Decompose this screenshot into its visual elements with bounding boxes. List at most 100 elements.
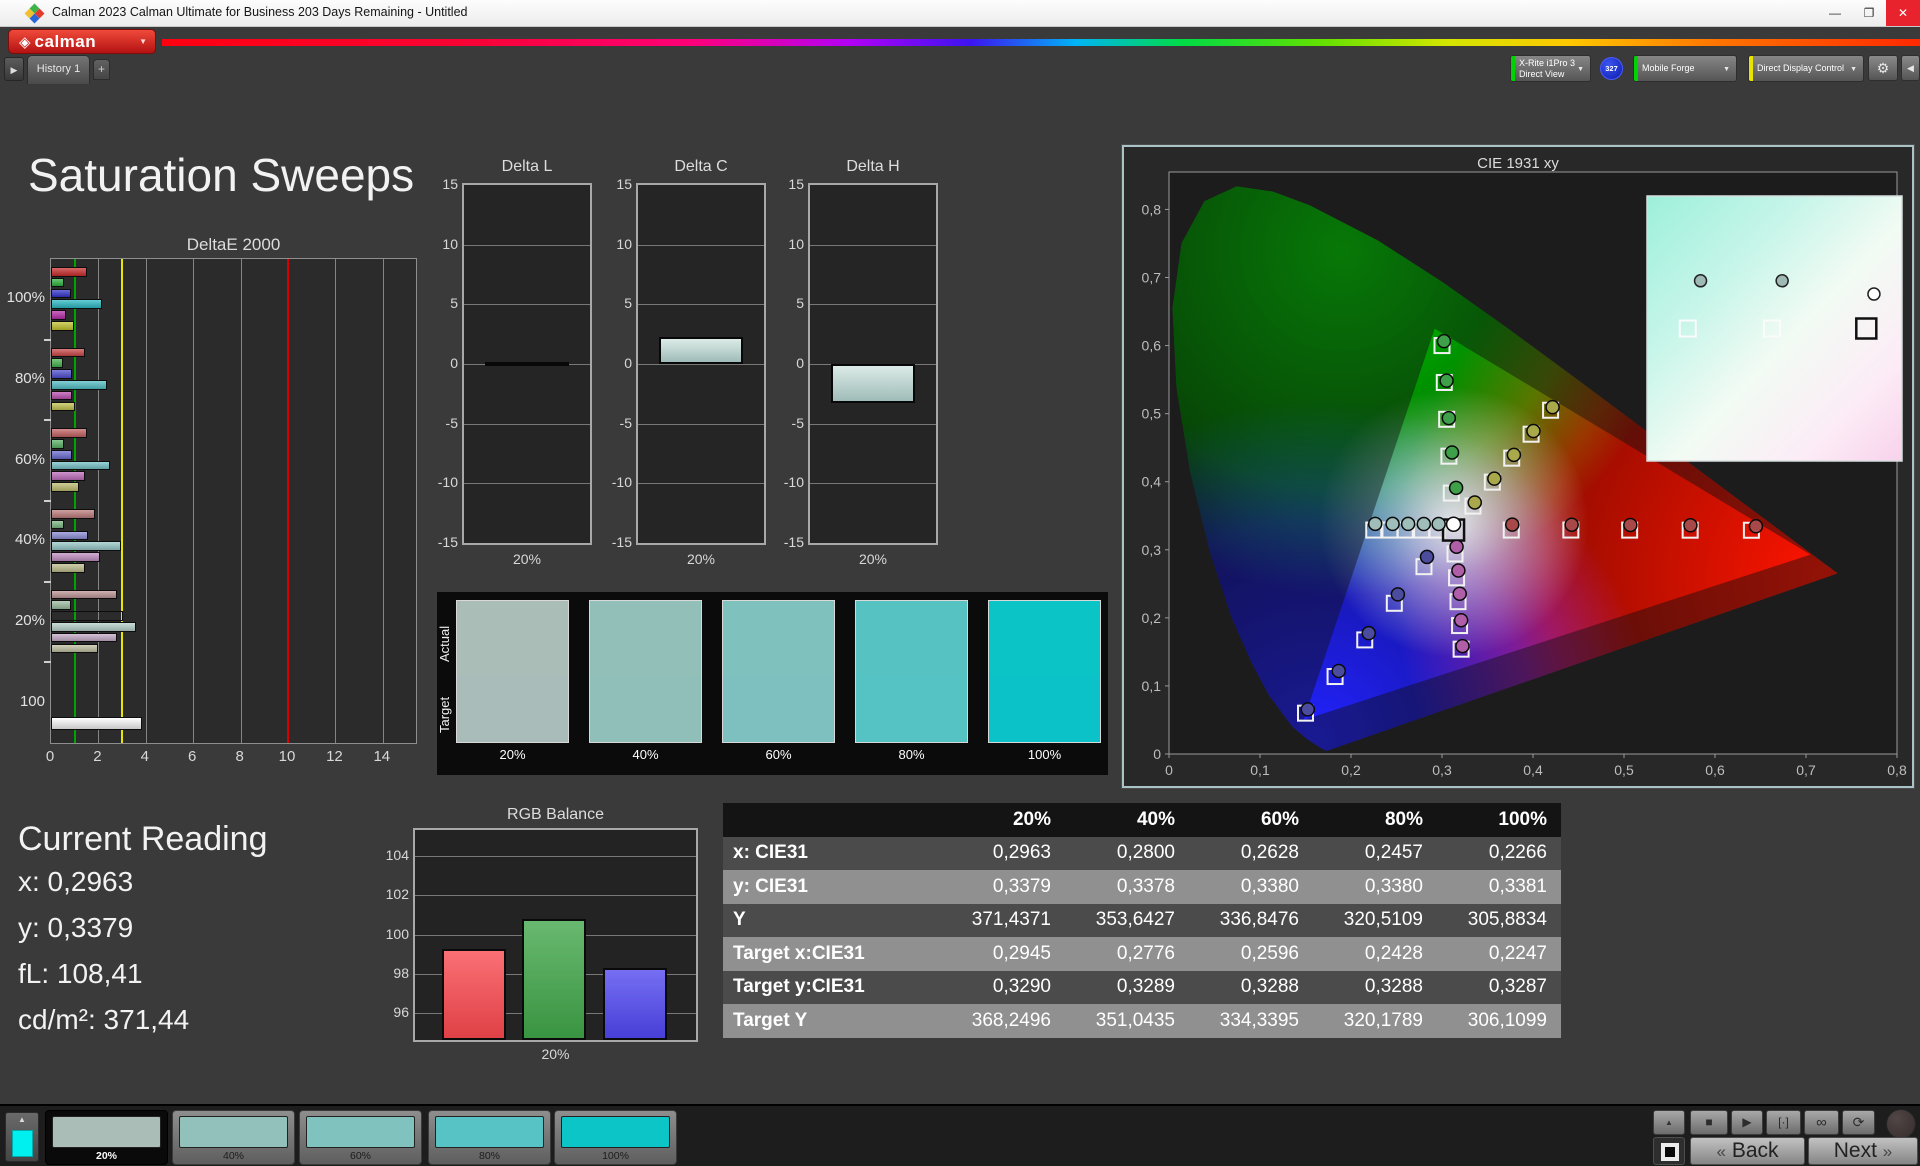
deltae-bar-red — [51, 589, 118, 600]
svg-text:0,6: 0,6 — [1142, 338, 1162, 354]
cie-measured-cyan — [1416, 516, 1432, 532]
table-value-cell: 306,1099 — [1467, 1009, 1547, 1031]
stop-measure-button[interactable]: ■ — [1690, 1110, 1728, 1135]
maximize-button[interactable]: ❐ — [1852, 0, 1886, 26]
y-tick-label: 15 — [788, 176, 804, 192]
rgb-bar-green — [522, 918, 586, 1040]
settings-gear-button[interactable]: ⚙ — [1868, 55, 1898, 81]
deltae-group-label: 100% — [6, 289, 45, 307]
display-control-accent — [1749, 56, 1753, 81]
patch-swatch — [561, 1116, 670, 1148]
cie-measured-green — [1448, 480, 1464, 496]
delta-h-title: Delta H — [846, 158, 900, 175]
measure-status-light — [1886, 1109, 1916, 1139]
cie-measured-green — [1436, 333, 1452, 349]
swatch-60% — [722, 600, 835, 743]
table-value-cell: 0,3289 — [1116, 976, 1175, 998]
continuous-measure-button[interactable]: ∞ — [1804, 1110, 1839, 1135]
x-tick-label: 12 — [326, 748, 343, 765]
expand-controls-button[interactable]: ▲ — [1653, 1110, 1685, 1135]
play-measure-button[interactable]: ▶ — [1731, 1110, 1763, 1135]
single-measure-button[interactable]: [·] — [1766, 1110, 1801, 1135]
play-icon: ▶ — [1742, 1115, 1752, 1129]
y-tick-label: 96 — [393, 1003, 409, 1020]
svg-text:0,7: 0,7 — [1796, 762, 1816, 778]
display-control-dropdown[interactable]: Direct Display Control ▼ — [1748, 55, 1864, 82]
actual-target-swatch-strip: Actual Target 20% 40% 60% 80% 100% — [437, 592, 1108, 775]
deltae-bar-cyan — [51, 380, 107, 390]
svg-text:0,1: 0,1 — [1142, 678, 1162, 694]
table-row: Y 371,4371 353,6427 336,8476 320,5109 305,883… — [723, 903, 1561, 937]
next-button[interactable]: Next » — [1808, 1137, 1918, 1165]
refresh-button[interactable]: ⟳ — [1842, 1110, 1875, 1135]
deltae-group-label: 100 — [19, 692, 45, 710]
deltae-bar-magenta — [51, 471, 86, 482]
close-button[interactable]: ✕ — [1886, 0, 1920, 26]
target-window-button[interactable] — [1653, 1137, 1685, 1165]
swatch-20% — [456, 600, 569, 743]
gridline — [98, 259, 100, 743]
table-value-cell: 0,3378 — [1116, 875, 1175, 897]
chevron-up-icon: ▲ — [18, 1115, 26, 1124]
app-logo-icon — [24, 3, 45, 24]
patch-button-60%[interactable]: 60% — [299, 1110, 422, 1165]
patch-button-100%[interactable]: 100% — [554, 1110, 677, 1165]
deltae-bar-yellow — [51, 643, 99, 654]
swatch-label: 100% — [1027, 747, 1062, 762]
cie-measured-green — [1444, 445, 1460, 460]
y-tick-label: -5 — [791, 414, 804, 431]
collapse-panel-button[interactable]: ◀ — [1901, 55, 1920, 81]
minimize-button[interactable]: — — [1818, 0, 1852, 26]
layout-expander-button[interactable]: ▶ — [4, 57, 24, 81]
deltae-bar-cyan — [51, 460, 111, 471]
y-tick-label: 5 — [450, 295, 458, 312]
table-header-cell: 40% — [1136, 808, 1175, 830]
svg-text:0,8: 0,8 — [1887, 762, 1907, 778]
deltae-bar-cyan — [51, 299, 102, 310]
y-tick-label: -10 — [437, 474, 458, 491]
chevron-down-icon: ▼ — [1723, 66, 1730, 73]
meter-count-badge[interactable]: 327 — [1600, 57, 1623, 80]
table-row: Target Y 368,2496 351,0435 334,3395 320,1789… — [723, 1004, 1561, 1038]
actual-row-label: Actual — [437, 625, 452, 663]
axis-tick — [44, 338, 51, 341]
patch-button-80%[interactable]: 80% — [428, 1110, 551, 1165]
svg-text:0,2: 0,2 — [1142, 610, 1162, 626]
svg-text:0,5: 0,5 — [1142, 406, 1162, 422]
chevrons-left-icon: « — [1716, 1142, 1726, 1161]
y-tick-label: -15 — [437, 534, 458, 550]
deltae-bar-green — [51, 439, 64, 449]
table-row: y: CIE31 0,3379 0,3378 0,3380 0,3380 0,3381 — [723, 870, 1561, 904]
rgb-balance-title: RGB Balance — [507, 806, 604, 823]
page-title: Saturation Sweeps — [28, 149, 415, 201]
window-title: Calman 2023 Calman Ultimate for Business… — [52, 5, 468, 19]
delta-bar — [485, 361, 569, 366]
cie-1931-panel: CIE 1931 xy 0 0,1 0,2 0,3 0,4 0,5 0,6 0,7 0,8 0 0,… — [1122, 145, 1914, 788]
svg-text:0,7: 0,7 — [1142, 270, 1162, 286]
deltae-bar-yellow — [51, 482, 80, 492]
meter-dropdown[interactable]: X-Rite i1Pro 3 Direct View ▼ — [1510, 55, 1591, 82]
add-tab-button[interactable]: + — [93, 59, 110, 80]
tab-history-1[interactable]: History 1 — [27, 55, 90, 84]
delta-h-chart: 15 10 5 0 -5 -10 -15 — [784, 176, 938, 550]
gridline — [240, 259, 242, 743]
bottom-bar: ▲ 20% 40% 60% 80% 100% ▲ ■ ▶ [·] ∞ ⟳ « Back … — [0, 1104, 1920, 1166]
calman-menu-button[interactable]: ◈ calman ▼ — [8, 29, 156, 54]
patch-swatch — [52, 1116, 161, 1148]
swatch-target — [989, 676, 1100, 742]
y-tick-label: 98 — [393, 964, 409, 981]
y-tick-label: -15 — [783, 534, 804, 550]
patch-button-20%[interactable]: 20% — [45, 1110, 168, 1165]
source-dropdown[interactable]: Mobile Forge ▼ — [1633, 55, 1737, 82]
deltae-chart-title: DeltaE 2000 — [186, 235, 281, 254]
back-button[interactable]: « Back — [1690, 1137, 1805, 1165]
deltae-bar-cyan — [51, 541, 121, 552]
swatch-label: 80% — [898, 747, 925, 762]
pattern-window-button[interactable]: ▲ — [5, 1112, 39, 1162]
deltae-bar-blue — [51, 449, 73, 460]
table-value-cell: 351,0435 — [1095, 1009, 1175, 1031]
table-value-cell: 320,5109 — [1343, 909, 1423, 931]
patch-button-40%[interactable]: 40% — [172, 1110, 295, 1165]
swatch-label: 60% — [765, 747, 792, 762]
table-value-cell: 0,2266 — [1488, 842, 1547, 864]
